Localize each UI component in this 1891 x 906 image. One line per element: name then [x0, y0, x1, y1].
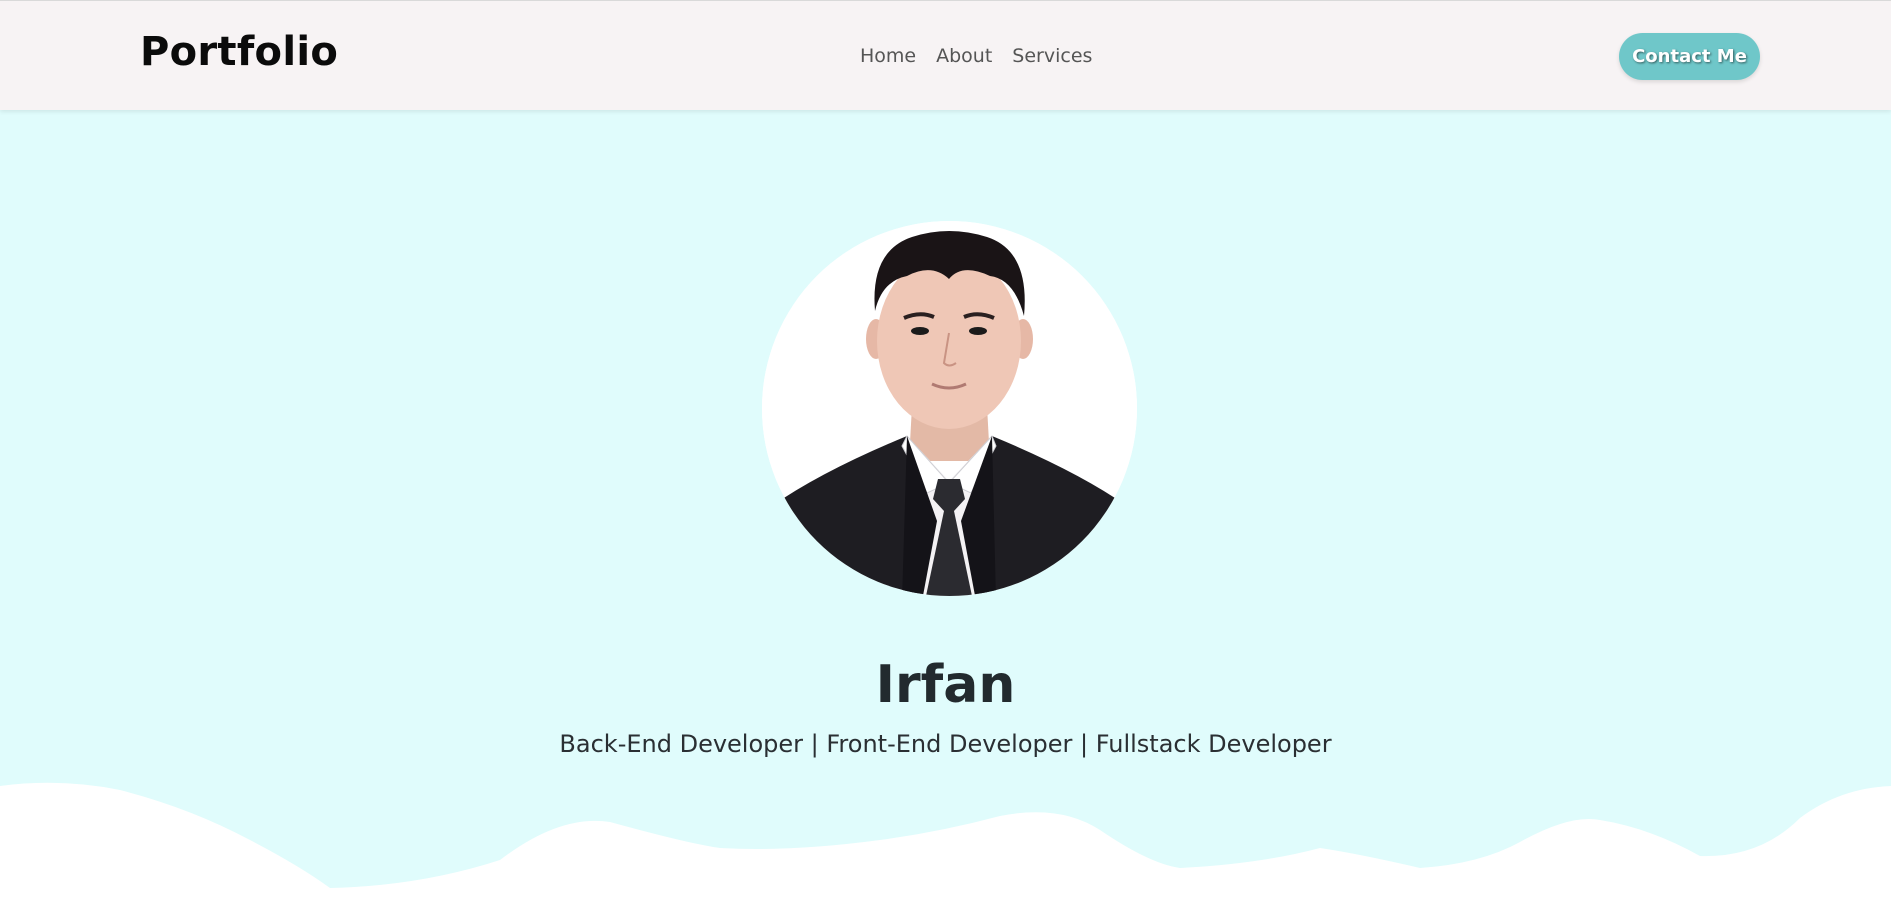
nav-link-services[interactable]: Services	[1012, 45, 1092, 67]
nav-link-about[interactable]: About	[936, 45, 992, 67]
hero-name: Irfan	[875, 655, 1016, 715]
brand-logo[interactable]: Portfolio	[140, 29, 338, 75]
nav-link-home[interactable]: Home	[860, 45, 916, 67]
hero-subtitle: Back-End Developer | Front-End Developer…	[559, 730, 1332, 758]
profile-photo	[762, 221, 1137, 596]
nav-links: Home About Services	[860, 45, 1092, 67]
portfolio-page: Portfolio Home About Services Contact Me	[0, 0, 1891, 906]
contact-me-button[interactable]: Contact Me	[1619, 33, 1760, 80]
wave-divider	[0, 782, 1891, 906]
navbar: Portfolio Home About Services Contact Me	[0, 0, 1891, 110]
